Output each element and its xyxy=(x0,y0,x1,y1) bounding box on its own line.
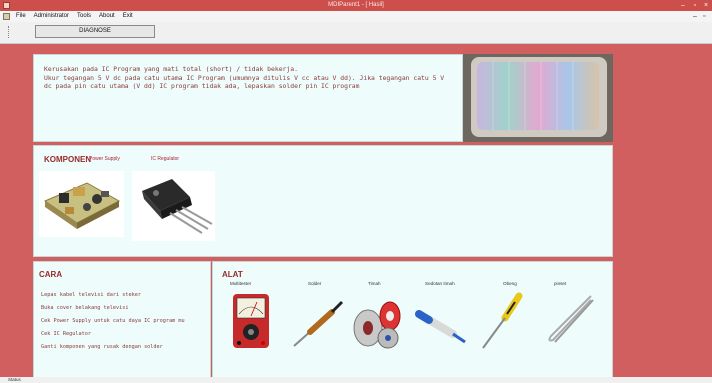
window-title: MDIParent1 - [ Hasil] xyxy=(328,2,384,8)
alat-pinset-label: pinset xyxy=(554,281,567,286)
alat-multitester-label: Multitester xyxy=(230,281,252,286)
komponen-power-supply-label: Power Supply xyxy=(89,156,120,162)
alat-sedotan-timah-label: Sedotan timah xyxy=(425,281,455,286)
komponen-ic-regulator-label: IC Regulator xyxy=(151,156,180,162)
menu-bar: File Administrator Tools About Exit – ▫ xyxy=(0,11,712,22)
menu-exit[interactable]: Exit xyxy=(123,11,133,22)
diagnose-button[interactable]: DIAGNOSE xyxy=(35,25,155,38)
description-panel: Kerusakan pada IC Program yang mati tota… xyxy=(33,54,463,142)
list-item: Ganti komponen yang rusak dengan solder xyxy=(41,344,163,350)
status-bar: Status xyxy=(0,377,712,383)
list-item: Cek IC Regulator xyxy=(41,331,91,337)
komponen-heading: KOMPONEN xyxy=(44,155,92,164)
alat-obeng-label: Obeng xyxy=(503,281,517,286)
komponen-panel: KOMPONEN Power Supply IC Regulator xyxy=(33,145,613,257)
obeng-image xyxy=(475,290,533,352)
sedotan-timah-image xyxy=(413,290,471,352)
alat-panel: ALAT Multitester Solder Timah Sedotan ti… xyxy=(212,261,613,378)
menu-tools[interactable]: Tools xyxy=(77,11,91,22)
child-restore-icon[interactable]: ▫ xyxy=(703,11,705,22)
toolbar: DIAGNOSE xyxy=(0,22,712,44)
power-supply-image xyxy=(39,171,124,237)
cara-panel: CARA Lepas kabel televisi dari steker Bu… xyxy=(33,261,211,378)
ic-regulator-image xyxy=(132,171,215,241)
tv-photo xyxy=(463,54,613,142)
maximize-icon[interactable]: ▫ xyxy=(690,0,700,11)
pinset-image xyxy=(539,290,597,352)
document-icon xyxy=(3,13,10,20)
cara-steps-list: Lepas kabel televisi dari steker Buka co… xyxy=(41,292,185,357)
menu-file[interactable]: File xyxy=(16,11,26,22)
alat-timah-label: Timah xyxy=(368,281,381,286)
toolbar-grip-icon[interactable] xyxy=(8,26,10,38)
list-item: Buka cover belakang televisi xyxy=(41,305,129,311)
child-minimize-icon[interactable]: – xyxy=(693,11,697,22)
title-bar: MDIParent1 - [ Hasil] – ▫ × xyxy=(0,0,712,11)
close-icon[interactable]: × xyxy=(701,0,711,11)
cara-heading: CARA xyxy=(39,270,63,279)
timah-image xyxy=(348,290,406,352)
alat-heading: ALAT xyxy=(222,270,243,279)
list-item: Lepas kabel televisi dari steker xyxy=(41,292,141,298)
solder-image xyxy=(288,290,346,352)
minimize-icon[interactable]: – xyxy=(678,0,688,11)
menu-about[interactable]: About xyxy=(99,11,115,22)
list-item: Cek Power Supply untuk catu daya IC prog… xyxy=(41,318,185,324)
menu-administrator[interactable]: Administrator xyxy=(34,11,69,22)
description-text: Kerusakan pada IC Program yang mati tota… xyxy=(44,65,445,91)
alat-solder-label: Solder xyxy=(308,281,322,286)
multitester-image xyxy=(223,290,281,352)
